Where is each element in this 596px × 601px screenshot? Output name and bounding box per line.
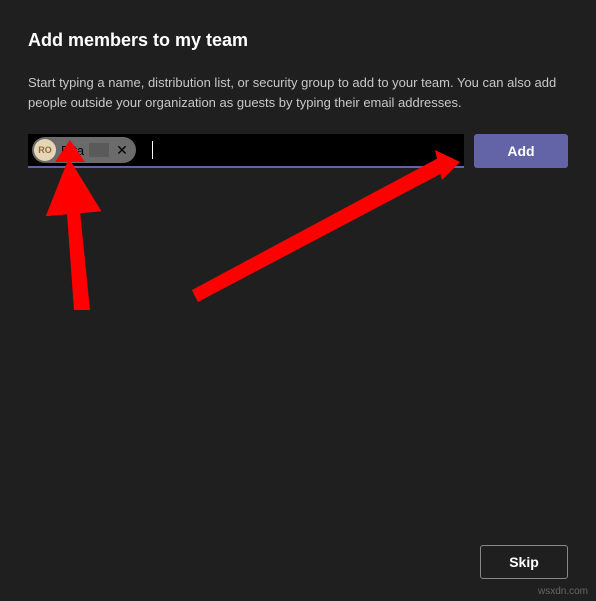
input-row: RO Rita ✕ Add [28, 134, 568, 168]
add-button[interactable]: Add [474, 134, 568, 168]
dialog-description: Start typing a name, distribution list, … [28, 73, 568, 112]
member-input-box[interactable]: RO Rita ✕ [28, 134, 464, 168]
member-text-input[interactable] [157, 134, 460, 166]
chip-name: Rita [61, 143, 84, 158]
chip-redacted-text [89, 143, 109, 157]
remove-chip-icon[interactable]: ✕ [114, 143, 130, 157]
watermark: wsxdn.com [538, 586, 588, 597]
skip-button[interactable]: Skip [480, 545, 568, 579]
dialog-title: Add members to my team [28, 30, 568, 51]
text-cursor [152, 141, 153, 159]
member-chip: RO Rita ✕ [32, 137, 136, 163]
avatar: RO [34, 139, 56, 161]
